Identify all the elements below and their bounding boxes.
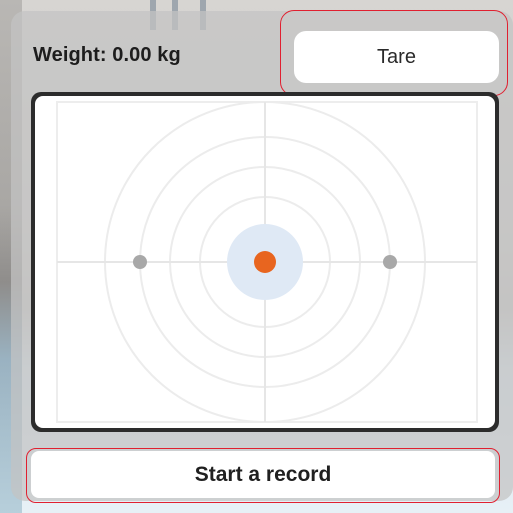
right-marker-dot — [383, 255, 397, 269]
weight-readout: Weight: 0.00 kg — [33, 44, 181, 66]
balance-indicator-dot — [254, 251, 276, 273]
start-record-button[interactable]: Start a record — [31, 451, 495, 498]
tare-button[interactable]: Tare — [294, 31, 499, 83]
balance-board — [35, 96, 495, 428]
balance-target — [56, 101, 478, 423]
left-marker-dot — [133, 255, 147, 269]
